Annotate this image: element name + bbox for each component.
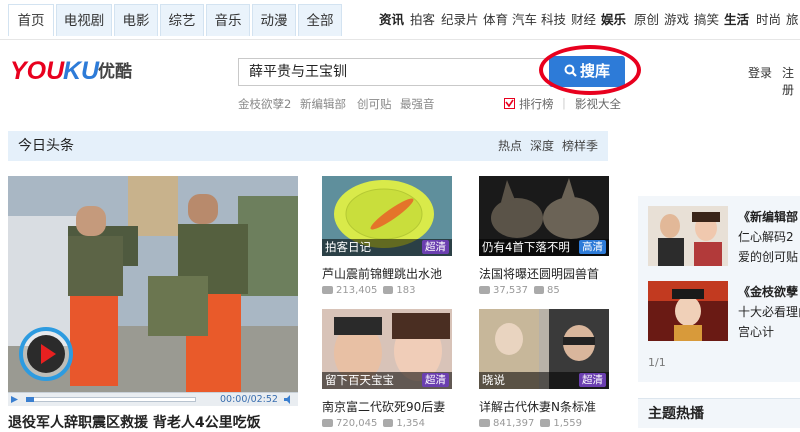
quality-badge: 超清 xyxy=(422,373,449,387)
progress-bar[interactable] xyxy=(26,397,196,402)
tab-music[interactable]: 音乐 xyxy=(206,4,250,36)
progress-fill xyxy=(26,397,34,402)
svg-text:优酷: 优酷 xyxy=(98,61,132,82)
tab-anime[interactable]: 动漫 xyxy=(252,4,296,36)
tab-home[interactable]: 首页 xyxy=(8,4,54,36)
video-thumb-1[interactable]: 拍客日记 超清 xyxy=(322,176,452,256)
featured-video[interactable] xyxy=(8,176,298,406)
hot-word-3[interactable]: 创可贴 xyxy=(357,96,392,112)
cat-original[interactable]: 原创 xyxy=(634,0,659,40)
tab-all[interactable]: 全部 xyxy=(298,4,342,36)
section-header: 今日头条 热点 深度 榜样季 xyxy=(8,131,608,161)
video-time: 00:00/02:52 xyxy=(220,394,278,405)
plays-icon xyxy=(322,286,333,294)
volume-icon[interactable] xyxy=(284,395,294,404)
cat-finance[interactable]: 财经 xyxy=(571,0,596,40)
login-link[interactable]: 登录 xyxy=(748,64,772,81)
video-thumb-4[interactable]: 晓说 超清 xyxy=(479,309,609,389)
plays-icon xyxy=(322,419,333,427)
svg-text:KU: KU xyxy=(63,57,100,85)
side-sub-1b[interactable]: 爱的创可贴 xyxy=(738,248,798,265)
theme-section-header: 主题热播 xyxy=(638,398,800,428)
side-thumb-1[interactable] xyxy=(648,206,728,266)
video-title-2[interactable]: 法国将曝还圆明园兽首 xyxy=(479,265,599,282)
cat-ent[interactable]: 娱乐 xyxy=(601,0,626,40)
cat-paike[interactable]: 拍客 xyxy=(410,0,435,40)
section-tab-depth[interactable]: 深度 xyxy=(530,131,554,161)
section-title: 今日头条 xyxy=(18,138,74,154)
section-tab-hot[interactable]: 热点 xyxy=(498,131,522,161)
video-stats-3: 720,045 1,354 xyxy=(322,418,425,429)
video-stats-2: 37,537 85 xyxy=(479,285,560,296)
all-videos-link[interactable]: 影视大全 xyxy=(575,96,621,112)
play-icon[interactable] xyxy=(18,326,74,382)
svg-text:YOU: YOU xyxy=(10,57,65,85)
cat-news[interactable]: 资讯 xyxy=(379,0,404,40)
cat-auto[interactable]: 汽车 xyxy=(512,0,537,40)
side-image xyxy=(648,281,728,341)
register-link[interactable]: 注册 xyxy=(782,64,800,98)
comments-icon xyxy=(383,419,394,427)
small-play-icon[interactable] xyxy=(10,395,19,404)
featured-caption[interactable]: 退役军人辞职震区救援 背老人4公里吃饭 xyxy=(8,412,261,432)
cat-life[interactable]: 生活 xyxy=(724,0,749,40)
side-sub-1a[interactable]: 仁心解码2 xyxy=(738,228,794,245)
cat-funny[interactable]: 搞笑 xyxy=(694,0,719,40)
comments-icon xyxy=(383,286,394,294)
cat-tech[interactable]: 科技 xyxy=(541,0,566,40)
comments-icon xyxy=(534,286,544,294)
quality-badge: 超清 xyxy=(579,373,606,387)
cat-fashion[interactable]: 时尚 xyxy=(756,0,781,40)
side-image xyxy=(648,206,728,266)
highlight-circle xyxy=(539,45,641,95)
cat-documentary[interactable]: 纪录片 xyxy=(441,0,479,40)
quality-badge: 高清 xyxy=(579,240,606,254)
side-thumb-2[interactable] xyxy=(648,281,728,341)
video-title-4[interactable]: 详解古代休妻N条标准 xyxy=(479,398,596,415)
video-stats-4: 841,397 1,559 xyxy=(479,418,582,429)
divider: | xyxy=(562,96,566,110)
video-controls: 00:00/02:52 xyxy=(8,392,298,406)
hot-word-4[interactable]: 最强音 xyxy=(400,96,435,112)
section-tab-model[interactable]: 榜样季 xyxy=(562,131,598,161)
youku-logo[interactable]: YOU KU 优酷 xyxy=(10,53,140,87)
video-thumb-2[interactable]: 仍有4首下落不明 高清 xyxy=(479,176,609,256)
plays-icon xyxy=(479,286,490,294)
side-sub-2a[interactable]: 十大必看理由 xyxy=(738,303,800,320)
side-sub-2b[interactable]: 宫心计 xyxy=(738,323,774,340)
ranking-icon xyxy=(504,98,515,109)
tab-variety[interactable]: 综艺 xyxy=(160,4,204,36)
video-thumb-3[interactable]: 留下百天宝宝 超清 xyxy=(322,309,452,389)
cat-sports[interactable]: 体育 xyxy=(483,0,508,40)
side-pager: 1/1 xyxy=(648,356,666,369)
hot-word-2[interactable]: 新编辑部 xyxy=(300,96,346,112)
cat-travel[interactable]: 旅 xyxy=(786,0,799,40)
top-nav: 首页 电视剧 电影 综艺 音乐 动漫 全部 资讯 拍客 纪录片 体育 汽车 科技… xyxy=(0,0,800,40)
quality-badge: 超清 xyxy=(422,240,449,254)
cat-games[interactable]: 游戏 xyxy=(664,0,689,40)
ranking-link[interactable]: 排行榜 xyxy=(519,96,554,112)
side-title-1[interactable]: 《新编辑部 xyxy=(738,208,798,225)
tab-movie[interactable]: 电影 xyxy=(114,4,158,36)
video-title-3[interactable]: 南京富二代砍死90后妻 xyxy=(322,398,445,415)
plays-icon xyxy=(479,419,490,427)
theme-section-title: 主题热播 xyxy=(648,406,704,422)
video-title-1[interactable]: 芦山震前锦鲤跳出水池 xyxy=(322,265,442,282)
hot-word-1[interactable]: 金枝欲孽2 xyxy=(238,96,291,112)
tab-tv[interactable]: 电视剧 xyxy=(56,4,112,36)
side-title-2[interactable]: 《金枝欲孽 xyxy=(738,283,798,300)
comments-icon xyxy=(540,419,551,427)
video-stats-1: 213,405 183 xyxy=(322,285,415,296)
search-input[interactable]: 薛平贵与王宝钏 xyxy=(238,58,556,86)
